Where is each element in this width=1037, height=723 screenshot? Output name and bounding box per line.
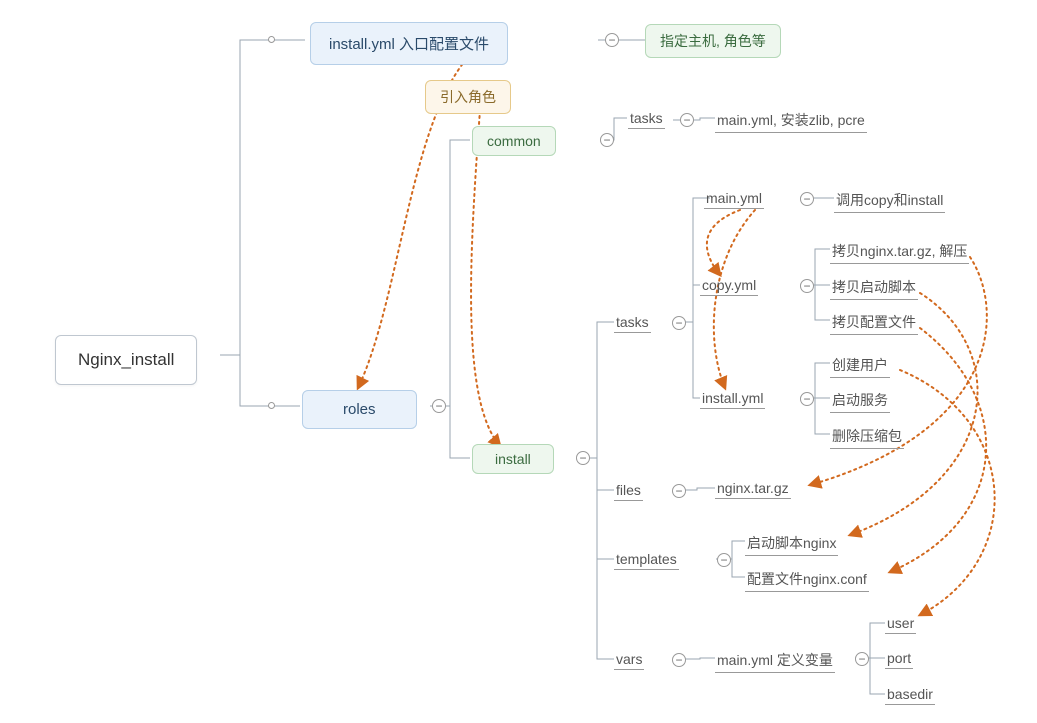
install-yml-item-1[interactable]: 启动服务: [830, 388, 890, 413]
common-tasks-label: tasks: [630, 110, 663, 126]
collapse-icon[interactable]: −: [672, 653, 686, 667]
vars-item-2[interactable]: basedir: [885, 684, 935, 705]
install-yml-note-label: 指定主机, 角色等: [660, 31, 766, 51]
templates-node[interactable]: templates: [614, 549, 679, 570]
collapse-icon[interactable]: −: [605, 33, 619, 47]
collapse-icon[interactable]: −: [800, 279, 814, 293]
tasks-main-yml-note-node[interactable]: 调用copy和install: [834, 188, 945, 213]
collapse-icon[interactable]: −: [672, 316, 686, 330]
collapse-icon[interactable]: −: [855, 652, 869, 666]
install-yml-item-2[interactable]: 删除压缩包: [830, 424, 904, 449]
files-node[interactable]: files: [614, 480, 643, 501]
root-node[interactable]: Nginx_install: [55, 335, 197, 385]
files-content-node[interactable]: nginx.tar.gz: [715, 478, 791, 499]
install-node[interactable]: install: [472, 444, 554, 474]
install-yml-note-node[interactable]: 指定主机, 角色等: [645, 24, 781, 58]
templates-label: templates: [616, 551, 677, 567]
install-yml-entry-label: install.yml 入口配置文件: [329, 33, 489, 54]
collapse-icon[interactable]: −: [800, 192, 814, 206]
common-tasks-content-label: main.yml, 安装zlib, pcre: [717, 110, 865, 130]
copy-yml-item-0[interactable]: 拷贝nginx.tar.gz, 解压: [830, 239, 969, 264]
vars-item-1[interactable]: port: [885, 648, 913, 669]
collapse-icon[interactable]: −: [680, 113, 694, 127]
vars-main-yml-node[interactable]: main.yml 定义变量: [715, 648, 835, 673]
install-tasks-node[interactable]: tasks: [614, 312, 651, 333]
root-label: Nginx_install: [78, 350, 174, 370]
install-tasks-label: tasks: [616, 314, 649, 330]
collapse-icon[interactable]: −: [672, 484, 686, 498]
collapse-icon[interactable]: −: [432, 399, 446, 413]
tasks-main-yml-node[interactable]: main.yml: [704, 188, 764, 209]
tasks-main-yml-note-label: 调用copy和install: [836, 190, 943, 210]
copy-yml-item-2[interactable]: 拷贝配置文件: [830, 310, 918, 335]
install-label: install: [495, 451, 531, 467]
tasks-copy-yml-node[interactable]: copy.yml: [700, 275, 758, 296]
vars-item-0[interactable]: user: [885, 613, 916, 634]
vars-node[interactable]: vars: [614, 649, 644, 670]
common-tasks-content-node[interactable]: main.yml, 安装zlib, pcre: [715, 108, 867, 133]
tasks-install-yml-node[interactable]: install.yml: [700, 388, 765, 409]
roles-node[interactable]: roles: [302, 390, 417, 429]
collapse-icon[interactable]: −: [576, 451, 590, 465]
tasks-copy-yml-label: copy.yml: [702, 277, 756, 293]
collapse-icon[interactable]: −: [600, 133, 614, 147]
tasks-install-yml-label: install.yml: [702, 390, 763, 406]
collapse-icon[interactable]: −: [800, 392, 814, 406]
import-role-node[interactable]: 引入角色: [425, 80, 511, 114]
files-label: files: [616, 482, 641, 498]
collapse-icon[interactable]: −: [717, 553, 731, 567]
common-tasks-node[interactable]: tasks: [628, 108, 665, 129]
connector-dot-icon: [268, 402, 275, 409]
tasks-main-yml-label: main.yml: [706, 190, 762, 206]
common-node[interactable]: common: [472, 126, 556, 156]
roles-label: roles: [343, 401, 376, 418]
files-content-label: nginx.tar.gz: [717, 480, 789, 496]
install-yml-item-0[interactable]: 创建用户: [830, 353, 890, 378]
common-label: common: [487, 133, 541, 149]
connector-dot-icon: [268, 36, 275, 43]
install-yml-entry-node[interactable]: install.yml 入口配置文件: [310, 22, 508, 65]
vars-label: vars: [616, 651, 642, 667]
templates-item-1[interactable]: 配置文件nginx.conf: [745, 567, 869, 592]
vars-main-yml-label: main.yml 定义变量: [717, 650, 833, 670]
copy-yml-item-1[interactable]: 拷贝启动脚本: [830, 275, 918, 300]
import-role-label: 引入角色: [440, 87, 496, 107]
templates-item-0[interactable]: 启动脚本nginx: [745, 531, 838, 556]
